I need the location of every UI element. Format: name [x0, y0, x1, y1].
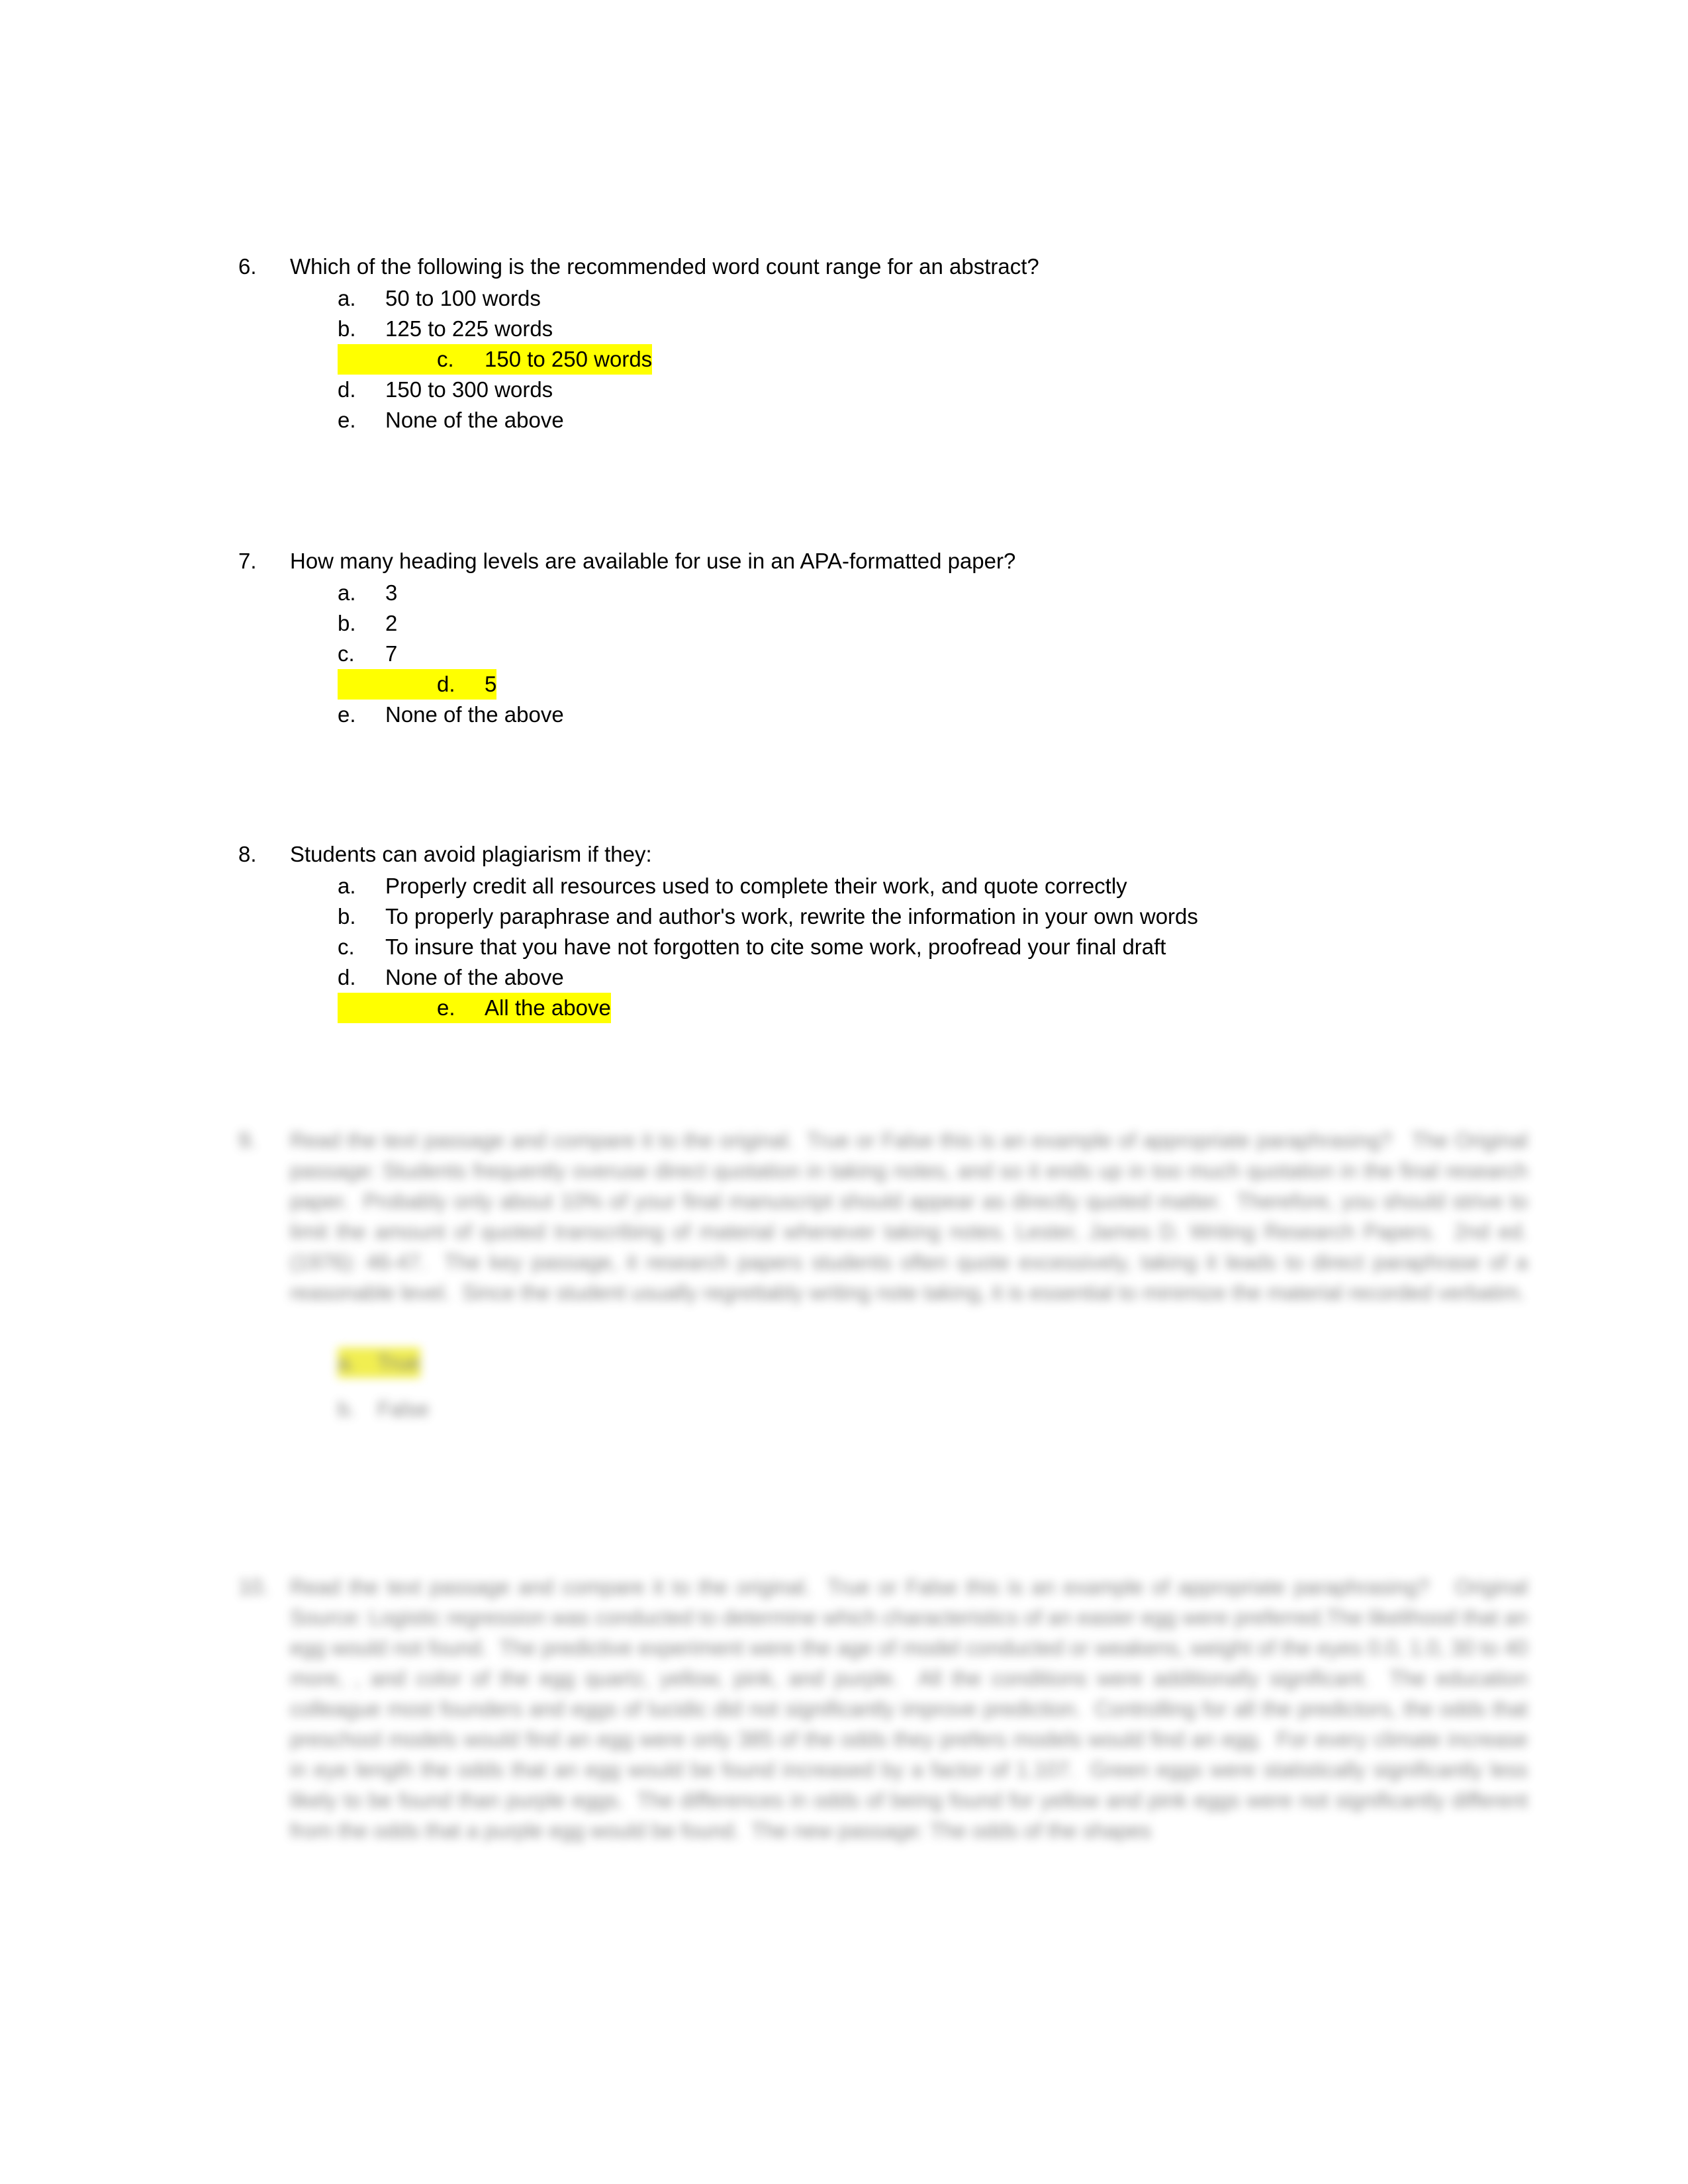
option-letter-7c: c. — [338, 641, 355, 666]
question-text-7: How many heading levels are available fo… — [290, 549, 1016, 573]
document-page: 6. Which of the following is the recomme… — [0, 0, 1688, 2184]
question-number-7: 7. — [238, 549, 257, 573]
option-text-7b: 2 — [385, 611, 398, 635]
option-text-6a: 50 to 100 words — [385, 286, 541, 310]
option-8e[interactable]: e. All the above — [238, 993, 1562, 1023]
options-list-6: a. 50 to 100 words b. 125 to 225 words c… — [238, 283, 1562, 435]
option-text-6b: 125 to 225 words — [385, 316, 553, 341]
question-heading-9: 9. Read the text passage and compare it … — [238, 1125, 1562, 1308]
answer-indent — [238, 1347, 338, 1378]
option-text-8d: None of the above — [385, 965, 564, 989]
option-content: e. None of the above — [338, 700, 564, 730]
answer-letter-9b: b. — [338, 1397, 355, 1421]
question-text-8: Students can avoid plagiarism if they: — [290, 842, 652, 866]
option-letter-8c: c. — [338, 934, 355, 959]
option-content-highlighted: d. 5 — [338, 669, 497, 700]
option-6b[interactable]: b. 125 to 225 words — [238, 314, 1562, 344]
option-content: c. To insure that you have not forgotten… — [338, 932, 1166, 962]
option-letter-6d: d. — [338, 377, 356, 402]
option-7b[interactable]: b. 2 — [238, 608, 1562, 639]
option-content: c. 7 — [338, 639, 397, 669]
option-text-8e: All the above — [485, 993, 611, 1023]
option-content: e. None of the above — [338, 405, 564, 435]
option-text-8b: To properly paraphrase and author's work… — [385, 904, 1198, 929]
option-letter-6c: c. — [437, 344, 485, 375]
option-8b[interactable]: b. To properly paraphrase and author's w… — [238, 901, 1562, 932]
question-heading-7: 7. How many heading levels are available… — [238, 546, 1562, 576]
question-number-6: 6. — [238, 254, 257, 279]
option-text-7a: 3 — [385, 580, 398, 605]
answer-9a[interactable]: a. True — [238, 1347, 1562, 1378]
option-8c[interactable]: c. To insure that you have not forgotten… — [238, 932, 1562, 962]
question-block-10-blurred: 10. Read the text passage and compare it… — [238, 1572, 1562, 1846]
option-letter-6b: b. — [338, 316, 356, 341]
option-letter-7a: a. — [338, 580, 356, 605]
option-letter-7b: b. — [338, 611, 356, 635]
option-text-6d: 150 to 300 words — [385, 377, 553, 402]
option-text-7e: None of the above — [385, 702, 564, 727]
option-letter-7e: e. — [338, 702, 356, 727]
option-content: b. 125 to 225 words — [338, 314, 553, 344]
question-text-6: Which of the following is the recommende… — [290, 254, 1039, 279]
option-6e[interactable]: e. None of the above — [238, 405, 1562, 435]
question-text-9: Read the text passage and compare it to … — [290, 1128, 1534, 1304]
option-7d[interactable]: d. 5 — [238, 669, 1562, 700]
question-number-9: 9. — [238, 1128, 257, 1152]
question-heading-10: 10. Read the text passage and compare it… — [238, 1572, 1562, 1846]
option-8d[interactable]: d. None of the above — [238, 962, 1562, 993]
question-block-8: 8. Students can avoid plagiarism if they… — [238, 839, 1562, 1023]
option-6a[interactable]: a. 50 to 100 words — [238, 283, 1562, 314]
option-letter-8e: e. — [437, 993, 485, 1023]
option-content: b. 2 — [338, 608, 397, 639]
question-block-7: 7. How many heading levels are available… — [238, 546, 1562, 730]
answer-indent — [238, 1394, 338, 1424]
option-text-6e: None of the above — [385, 408, 564, 432]
option-content: a. Properly credit all resources used to… — [338, 871, 1127, 901]
answer-text-9a: True — [377, 1351, 420, 1375]
option-letter-8b: b. — [338, 904, 356, 929]
question-heading-8: 8. Students can avoid plagiarism if they… — [238, 839, 1562, 870]
options-list-7: a. 3 b. 2 c. 7 d. 5 e. None of the above — [238, 578, 1562, 730]
option-content: a. 3 — [338, 578, 397, 608]
option-8a[interactable]: a. Properly credit all resources used to… — [238, 871, 1562, 901]
question-block-9-blurred: 9. Read the text passage and compare it … — [238, 1125, 1562, 1424]
option-letter-8d: d. — [338, 965, 356, 989]
true-false-answers-9: a. True b. False — [238, 1347, 1562, 1424]
option-letter-6a: a. — [338, 286, 356, 310]
question-number-10: 10. — [238, 1574, 269, 1599]
option-content-highlighted: c. 150 to 250 words — [338, 344, 653, 375]
options-list-8: a. Properly credit all resources used to… — [238, 871, 1562, 1023]
option-6d[interactable]: d. 150 to 300 words — [238, 375, 1562, 405]
question-block-6: 6. Which of the following is the recomme… — [238, 251, 1562, 435]
option-content: a. 50 to 100 words — [338, 283, 541, 314]
question-text-10: Read the text passage and compare it to … — [290, 1575, 1534, 1843]
option-7c[interactable]: c. 7 — [238, 639, 1562, 669]
option-content: d. 150 to 300 words — [338, 375, 553, 405]
answer-content: b. False — [338, 1394, 429, 1424]
option-7e[interactable]: e. None of the above — [238, 700, 1562, 730]
option-letter-7d: d. — [437, 669, 485, 700]
option-text-8c: To insure that you have not forgotten to… — [385, 934, 1166, 959]
question-number-8: 8. — [238, 842, 257, 866]
option-7a[interactable]: a. 3 — [238, 578, 1562, 608]
option-text-7d: 5 — [485, 669, 497, 700]
option-content-highlighted: e. All the above — [338, 993, 611, 1023]
option-letter-6e: e. — [338, 408, 356, 432]
answer-9b[interactable]: b. False — [238, 1394, 1562, 1424]
option-text-8a: Properly credit all resources used to co… — [385, 874, 1127, 898]
option-content: d. None of the above — [338, 962, 564, 993]
option-letter-8a: a. — [338, 874, 356, 898]
option-text-6c: 150 to 250 words — [485, 344, 653, 375]
answer-letter-9a: a. — [338, 1351, 355, 1375]
option-content: b. To properly paraphrase and author's w… — [338, 901, 1198, 932]
option-6c[interactable]: c. 150 to 250 words — [238, 344, 1562, 375]
document-body: 6. Which of the following is the recomme… — [0, 0, 1688, 2184]
answer-content-highlighted: a. True — [338, 1347, 420, 1378]
question-heading-6: 6. Which of the following is the recomme… — [238, 251, 1562, 282]
option-text-7c: 7 — [385, 641, 398, 666]
answer-text-9b: False — [377, 1397, 430, 1421]
